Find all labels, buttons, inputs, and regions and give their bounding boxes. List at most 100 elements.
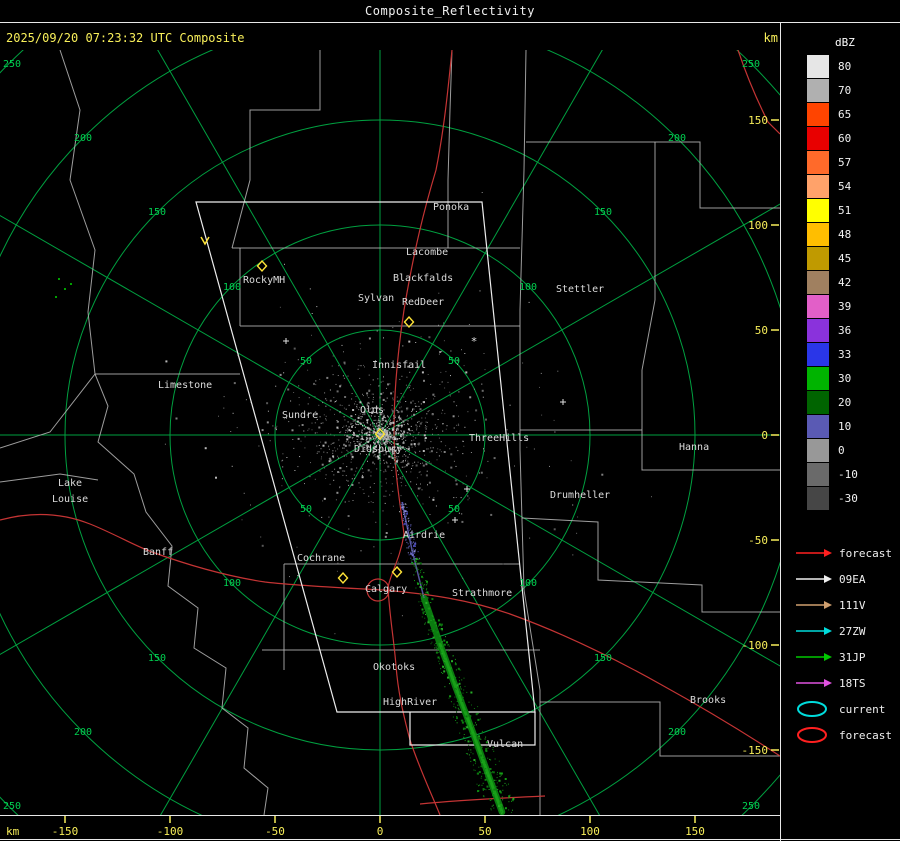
right-axis-tick-label: -150 (742, 744, 769, 757)
legend-row: current (795, 696, 892, 722)
county-boundary-line (641, 142, 656, 430)
clutter-dot (467, 499, 469, 501)
echo-dot (449, 672, 451, 673)
clutter-dot (374, 438, 376, 440)
county-boundary-line (526, 141, 780, 209)
clutter-dot (372, 422, 374, 423)
echo-dot (453, 676, 455, 678)
echo-dot (476, 737, 479, 740)
clutter-dot (394, 455, 396, 456)
clutter-dot (359, 377, 361, 379)
clutter-dot (428, 461, 430, 463)
clutter-dot (279, 306, 281, 308)
echo-dot (484, 772, 486, 774)
clutter-dot (359, 487, 361, 489)
clutter-dot (437, 490, 439, 492)
bottom-axis-tick-label: -50 (265, 825, 285, 838)
echo-dot (447, 676, 449, 679)
clutter-dot (378, 433, 380, 435)
clutter-dot (424, 438, 426, 440)
clutter-dot (315, 380, 317, 382)
clutter-dot (409, 449, 411, 451)
clutter-dot (342, 474, 344, 476)
clutter-dot (368, 374, 370, 376)
clutter-dot (425, 398, 427, 400)
clutter-dot (165, 360, 168, 363)
echo-speck (70, 283, 72, 285)
clutter-dot (385, 461, 387, 463)
clutter-dot (373, 546, 375, 548)
echo-dot (444, 660, 446, 662)
echo-dot (441, 653, 443, 655)
echo-dot (497, 788, 499, 790)
echo-dot (485, 789, 487, 791)
colorbar-swatch (807, 318, 829, 342)
clutter-dot (298, 385, 300, 387)
clutter-dot (387, 465, 390, 468)
clutter-dot (411, 410, 413, 412)
echo-dot (466, 709, 468, 711)
clutter-dot (453, 497, 455, 499)
clutter-dot (334, 447, 336, 449)
echo-dot (415, 567, 417, 569)
clutter-dot (464, 426, 466, 428)
clutter-dot (362, 463, 364, 465)
legend-row: forecast (795, 722, 892, 748)
plus-marker-icon (560, 399, 566, 405)
clutter-dot (275, 429, 277, 431)
clutter-dot (397, 400, 399, 402)
clutter-dot (540, 372, 542, 374)
clutter-dot (328, 448, 330, 450)
clutter-dot (322, 402, 324, 404)
radar-map-canvas[interactable]: 505050 50100100100 100150150150 15020020020… (0, 50, 780, 815)
clutter-dot (304, 436, 306, 438)
echo-dot (443, 659, 445, 661)
clutter-dot (370, 471, 372, 473)
echo-dot (425, 584, 427, 586)
echo-dot (469, 716, 471, 718)
clutter-dot (361, 434, 363, 436)
clutter-dot (484, 450, 485, 452)
echo-dot (443, 667, 445, 669)
echo-dot (462, 696, 464, 698)
clutter-dot (405, 401, 407, 402)
clutter-dot (350, 430, 352, 431)
echo-dot (420, 570, 421, 572)
clutter-dot (400, 461, 402, 463)
clutter-dot (572, 554, 574, 556)
echo-dot (424, 623, 426, 625)
clutter-dot (223, 407, 225, 409)
clutter-dot (402, 455, 404, 457)
clutter-dot (351, 483, 354, 486)
clutter-dot (393, 436, 395, 437)
echo-dot (438, 644, 440, 646)
clutter-dot (444, 413, 446, 415)
echo-dot (401, 506, 404, 509)
clutter-dot (367, 460, 368, 462)
clutter-dot (336, 570, 338, 572)
colorbar-row: 0 (807, 438, 858, 462)
echo-dot (452, 716, 454, 718)
clutter-dot (426, 428, 427, 430)
echo-dot (472, 726, 474, 728)
clutter-dot (509, 404, 511, 406)
clutter-dot (325, 478, 327, 479)
echo-dot (490, 759, 492, 761)
echo-dot (512, 809, 513, 811)
echo-dot (499, 790, 502, 793)
echo-dot (449, 683, 450, 685)
clutter-dot (340, 431, 342, 433)
clutter-dot (354, 403, 356, 405)
clutter-dot (366, 437, 368, 439)
echo-dot (420, 583, 422, 584)
clutter-dot (347, 515, 350, 517)
colorbar-swatch (807, 294, 829, 318)
echo-dot (421, 583, 423, 585)
clutter-dot (331, 365, 333, 367)
echo-dot (414, 552, 416, 554)
legend-row: 27ZW (795, 618, 892, 644)
echo-dot (438, 660, 440, 662)
colorbar-row: 36 (807, 318, 858, 342)
clutter-dot (379, 423, 381, 425)
clutter-dot (384, 431, 386, 433)
